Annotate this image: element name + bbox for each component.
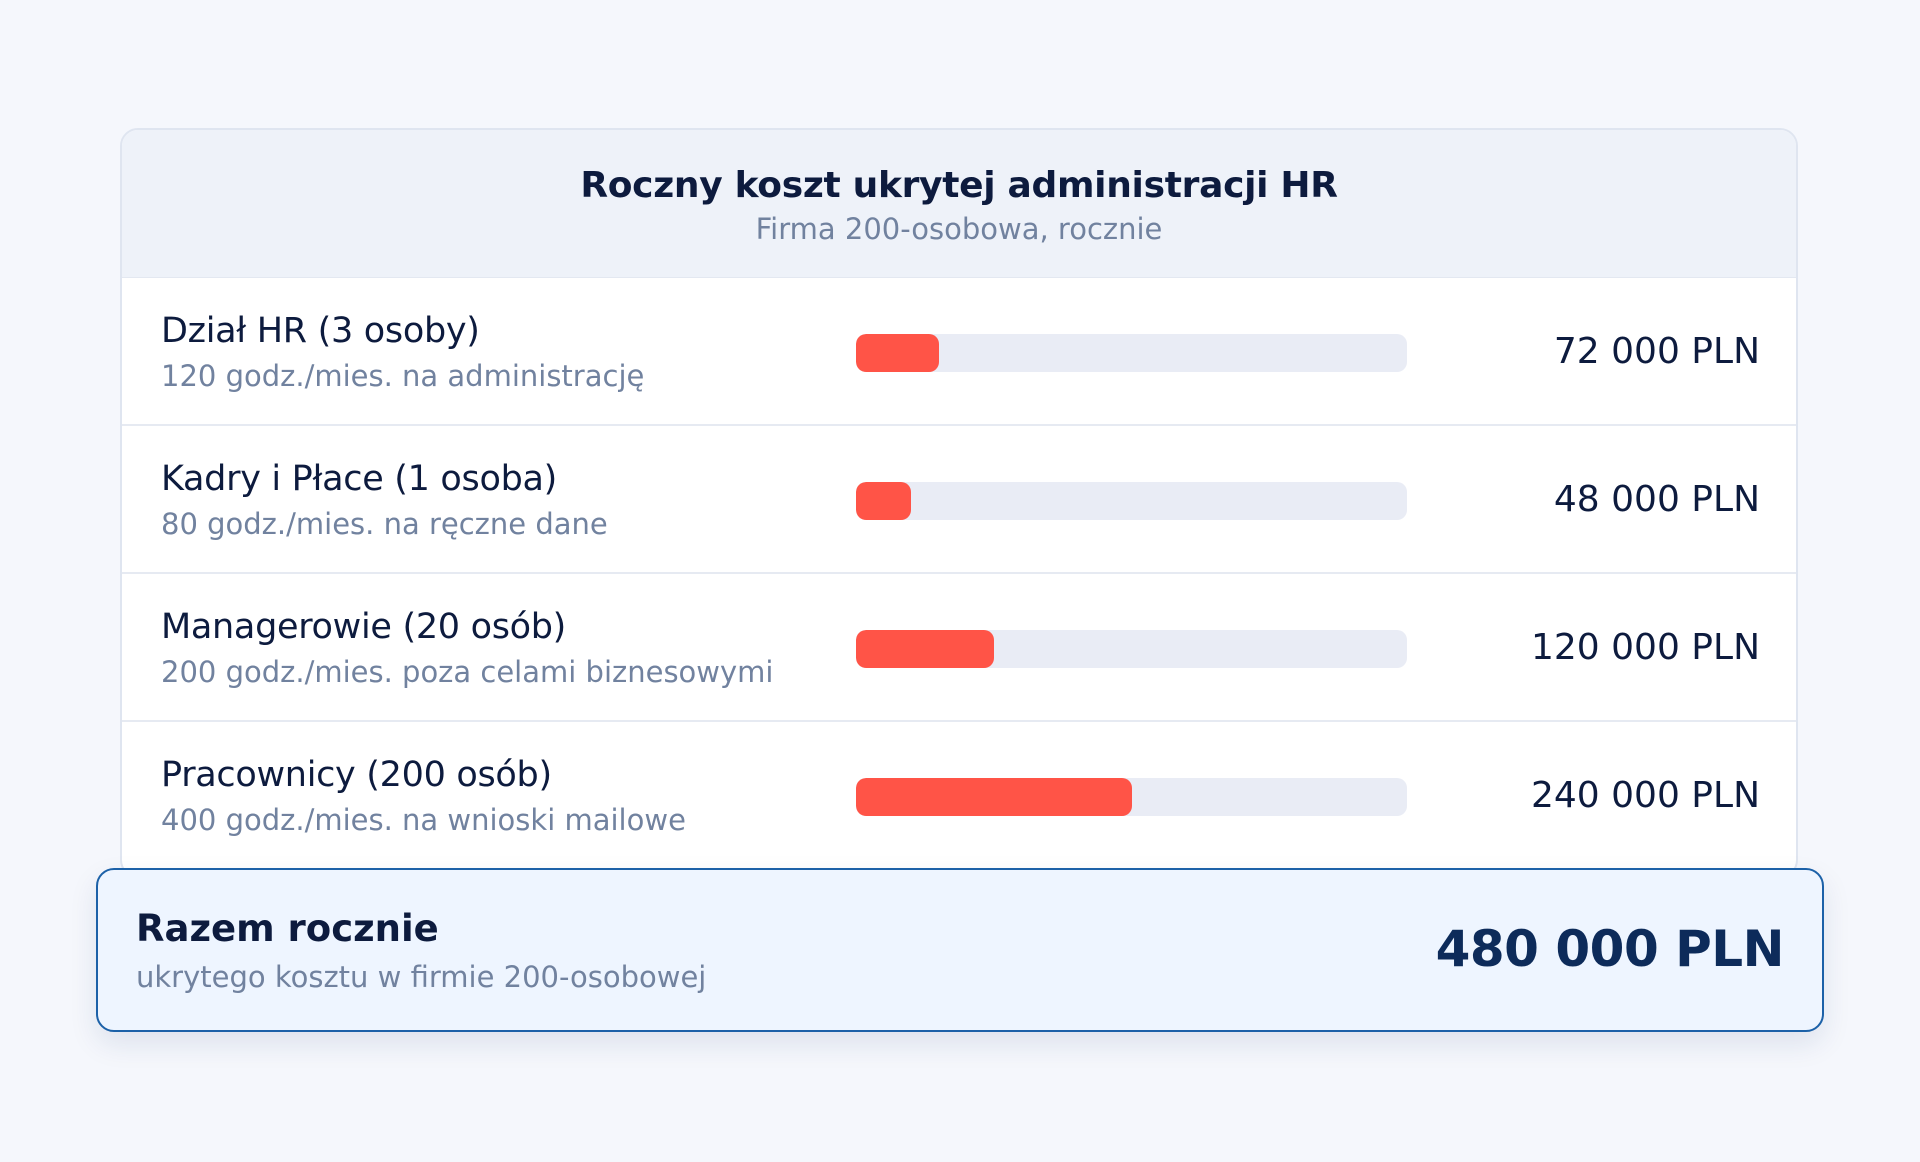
cost-row: Kadry i Płace (1 osoba) 80 godz./mies. n…: [122, 426, 1796, 574]
bar-track: [856, 334, 1407, 372]
row-description: 400 godz./mies. na wnioski mailowe: [161, 803, 686, 837]
bar: [856, 630, 994, 668]
row-value-label: 48 000 PLN: [1553, 479, 1760, 520]
total-value: 480 000 PLN: [1435, 920, 1785, 978]
row-category-label: Dział HR (3 osoby): [161, 311, 480, 351]
cost-row: Managerowie (20 osób) 200 godz./mies. po…: [122, 574, 1796, 722]
chart-title: Roczny koszt ukrytej administracji HR: [580, 165, 1338, 206]
row-description: 120 godz./mies. na administrację: [161, 359, 645, 393]
row-category-label: Kadry i Płace (1 osoba): [161, 459, 558, 499]
cost-row: Dział HR (3 osoby) 120 godz./mies. na ad…: [122, 278, 1796, 426]
row-description: 200 godz./mies. poza celami biznesowymi: [161, 655, 774, 689]
total-summary-box: Razem rocznie ukrytego kosztu w firmie 2…: [96, 868, 1824, 1032]
chart-subtitle: Firma 200-osobowa, rocznie: [755, 212, 1163, 246]
row-value-label: 120 000 PLN: [1530, 627, 1760, 668]
row-description: 80 godz./mies. na ręczne dane: [161, 507, 608, 541]
bar-track: [856, 778, 1407, 816]
row-category-label: Pracownicy (200 osób): [161, 755, 552, 795]
total-title: Razem rocznie: [136, 907, 439, 950]
cost-card: Roczny koszt ukrytej administracji HR Fi…: [120, 128, 1798, 878]
bar-track: [856, 482, 1407, 520]
cost-row: Pracownicy (200 osób) 400 godz./mies. na…: [122, 722, 1796, 870]
row-value-label: 240 000 PLN: [1530, 775, 1760, 816]
bar: [856, 482, 912, 520]
bar: [856, 778, 1132, 816]
card-header: Roczny koszt ukrytej administracji HR Fi…: [122, 130, 1796, 278]
bar: [856, 334, 939, 372]
total-subtitle: ukrytego kosztu w firmie 200-osobowej: [136, 960, 707, 994]
row-value-label: 72 000 PLN: [1553, 331, 1760, 372]
bar-track: [856, 630, 1407, 668]
row-category-label: Managerowie (20 osób): [161, 607, 567, 647]
